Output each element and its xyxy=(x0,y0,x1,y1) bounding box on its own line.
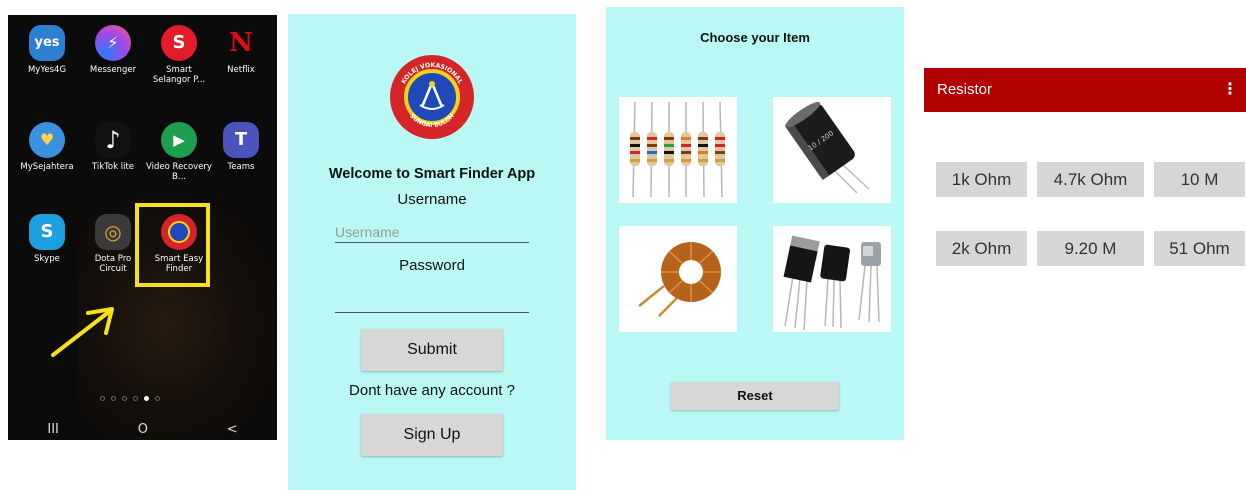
back-button[interactable]: < xyxy=(227,422,238,437)
logo-text-bottom: SUNGAI BULOH xyxy=(408,113,456,129)
recents-button[interactable]: III xyxy=(47,422,59,437)
resistor-value-button[interactable]: 4.7k Ohm xyxy=(1037,162,1144,197)
choose-item-screen: Choose your Item 10 / 200 Reset xyxy=(606,7,904,440)
resistor-value-button[interactable]: 10 M xyxy=(1154,162,1245,197)
resistor-value-button[interactable]: 51 Ohm xyxy=(1154,231,1245,266)
signup-button[interactable]: Sign Up xyxy=(361,414,503,456)
logo-text-top: KOLEJ VOKASIONAL xyxy=(400,62,463,85)
reset-button[interactable]: Reset xyxy=(671,382,839,410)
page-indicator xyxy=(100,396,160,401)
password-label: Password xyxy=(399,257,465,274)
submit-button[interactable]: Submit xyxy=(361,329,503,371)
pointer-arrow xyxy=(51,307,114,357)
login-screen: KOLEJ VOKASIONAL SUNGAI BULOH Welcome to… xyxy=(288,14,576,490)
choose-item-title: Choose your Item xyxy=(700,30,810,45)
svg-text:SUNGAI BULOH: SUNGAI BULOH xyxy=(408,113,456,129)
navigation-bar: III O < xyxy=(8,419,277,439)
home-button[interactable]: O xyxy=(138,422,148,437)
resistor-app-bar: Resistor ⋮ xyxy=(924,68,1246,112)
resistor-title: Resistor xyxy=(937,81,993,98)
resistor-value-button[interactable]: 1k Ohm xyxy=(936,162,1027,197)
capacitor-image: 10 / 200 xyxy=(784,101,870,194)
resistor-image xyxy=(630,101,725,198)
inductor-image xyxy=(638,242,721,317)
item-transistor[interactable] xyxy=(773,226,891,332)
username-label: Username xyxy=(397,191,467,208)
password-input[interactable] xyxy=(335,292,529,313)
resistor-value-button[interactable]: 2k Ohm xyxy=(936,231,1027,266)
transistor-image xyxy=(783,235,881,331)
no-account-text: Dont have any account ? xyxy=(349,382,515,399)
welcome-title: Welcome to Smart Finder App xyxy=(328,166,536,182)
overflow-menu-icon[interactable]: ⋮ xyxy=(1222,79,1238,98)
resistor-value-button[interactable]: 9.20 M xyxy=(1037,231,1144,266)
home-screen: yes MyYes4G ⚡ Messenger S Smart Selangor… xyxy=(8,15,277,440)
item-capacitor[interactable]: 10 / 200 xyxy=(773,97,891,203)
username-input[interactable]: Username xyxy=(335,224,529,243)
logo-ring-text: KOLEJ VOKASIONAL SUNGAI BULOH xyxy=(400,62,463,129)
item-inductor[interactable] xyxy=(619,226,737,332)
svg-text:KOLEJ VOKASIONAL: KOLEJ VOKASIONAL xyxy=(400,62,463,85)
item-resistor[interactable] xyxy=(619,97,737,203)
